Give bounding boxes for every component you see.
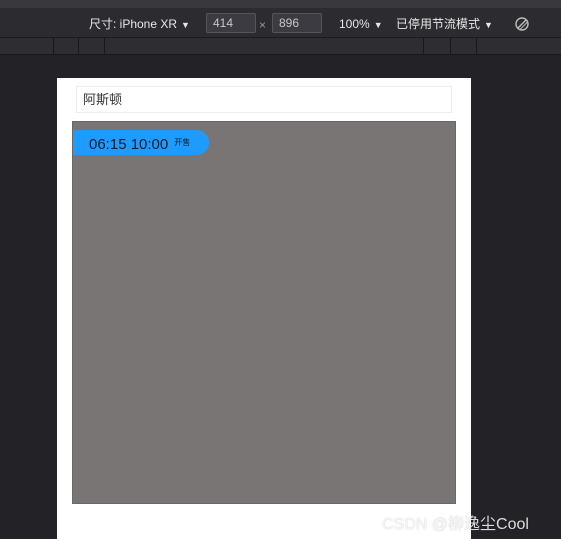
throttle-dropdown[interactable]: 已停用节流模式 ▼ — [396, 17, 493, 32]
rotate-icon[interactable] — [514, 16, 530, 32]
height-input[interactable] — [272, 13, 322, 33]
ruler-divider — [53, 38, 54, 55]
throttle-label: 已停用节流模式 — [396, 17, 481, 31]
ruler-divider — [476, 38, 477, 55]
device-size-label: 尺寸: iPhone XR — [89, 17, 178, 31]
time-pill[interactable]: 06:15 10:00 开售 — [73, 130, 209, 155]
ruler-divider — [78, 38, 79, 55]
chevron-down-icon: ▼ — [373, 20, 383, 30]
width-input[interactable] — [206, 13, 256, 33]
device-toolbar: 尺寸: iPhone XR▼ × 100%▼ 已停用节流模式▼ — [0, 0, 561, 38]
ruler-divider — [423, 38, 424, 55]
device-viewport: 阿斯顿 06:15 10:00 开售 — [57, 78, 471, 539]
chevron-down-icon: ▼ — [484, 20, 493, 30]
device-size-dropdown[interactable]: 尺寸: iPhone XR ▼ — [89, 17, 190, 32]
ruler-divider — [104, 38, 105, 55]
map-area[interactable]: 06:15 10:00 开售 — [72, 121, 456, 504]
media-query-ruler — [0, 38, 561, 55]
watermark: CSDN @柳逸尘Cool — [382, 516, 529, 533]
zoom-dropdown[interactable]: 100% ▼ — [339, 17, 383, 32]
time-range: 06:15 10:00 — [89, 136, 169, 153]
search-input[interactable]: 阿斯顿 — [76, 86, 452, 113]
dimension-separator: × — [259, 18, 267, 32]
zoom-label: 100% — [339, 17, 370, 31]
ruler-divider — [450, 38, 451, 55]
chevron-down-icon: ▼ — [181, 20, 190, 30]
sale-tag: 开售 — [174, 138, 191, 147]
